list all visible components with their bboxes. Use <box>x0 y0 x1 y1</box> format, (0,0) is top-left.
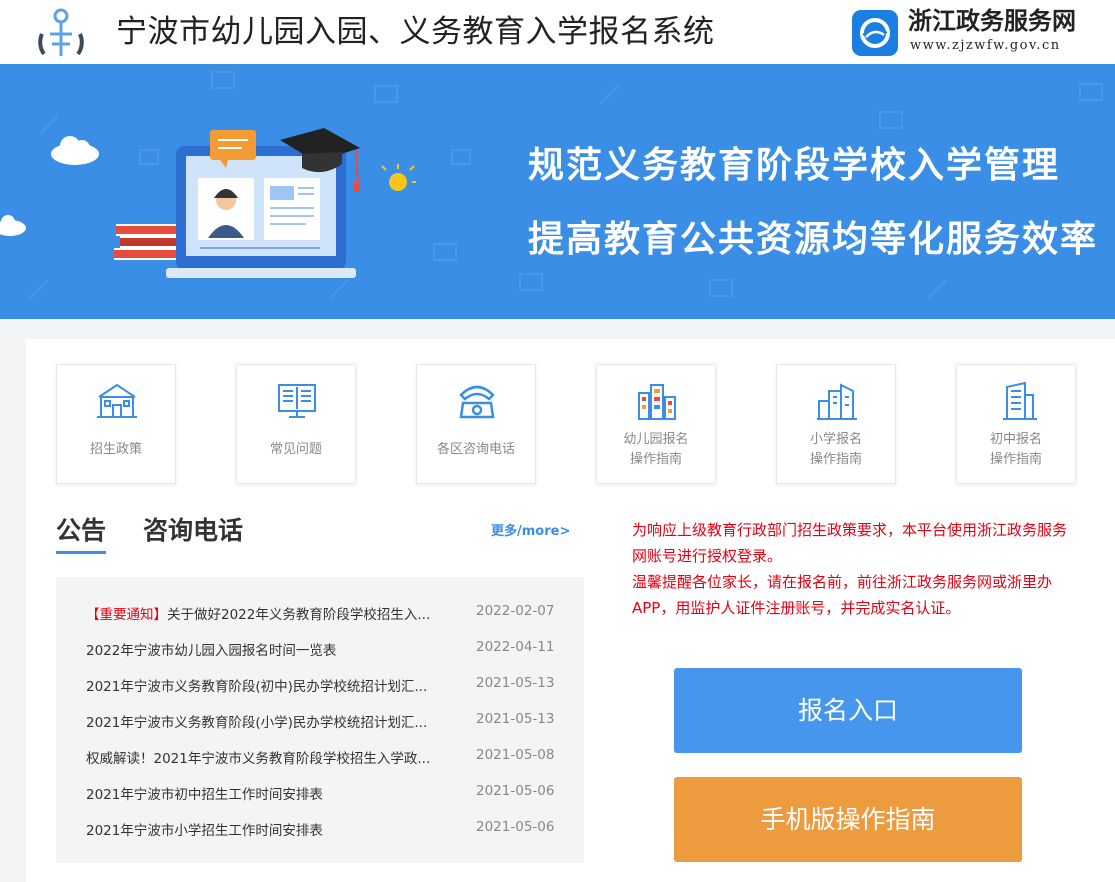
tile-label-line1: 小学报名 <box>809 432 862 447</box>
news-title: 2021年宁波市初中招生工作时间安排表 <box>86 787 323 803</box>
news-date: 2021-05-13 <box>476 675 555 691</box>
tab-hotline[interactable]: 咨询电话 <box>143 511 243 547</box>
header: 宁波市幼儿园入园、义务教育入学报名系统 浙江政务服务网 www.zjzwfw.g… <box>0 0 1115 64</box>
tab-announcement[interactable]: 公告 <box>56 511 107 554</box>
news-date: 2021-05-13 <box>476 711 555 727</box>
notice-line-1: 为响应上级教育行政部门招生政策要求，本平台使用浙江政务服务网账号进行授权登录。 <box>632 521 1068 565</box>
news-date: 2022-02-07 <box>476 603 555 619</box>
notice-line-2: 温馨提醒各位家长，请在报名前，前往浙江政务服务网或浙里办APP，用监护人证件注册… <box>632 573 1053 617</box>
tile-middle-school-guide[interactable]: 初中报名 操作指南 <box>956 364 1076 484</box>
tile-label-line2: 操作指南 <box>629 452 682 467</box>
login-notice: 为响应上级教育行政部门招生政策要求，本平台使用浙江政务服务网账号进行授权登录。 … <box>632 517 1072 621</box>
city-buildings-icon <box>817 383 857 420</box>
news-title: 2022年宁波市幼儿园入园报名时间一览表 <box>86 643 337 659</box>
tile-label: 幼儿园报名 操作指南 <box>597 430 715 470</box>
news-list: 【重要通知】关于做好2022年义务教育阶段学校招生入... 2022-02-07… <box>56 577 584 863</box>
news-tag: 【重要通知】 <box>86 607 167 623</box>
list-item[interactable]: 【重要通知】关于做好2022年义务教育阶段学校招生入... 2022-02-07 <box>86 603 556 639</box>
main-panel: 招生政策 常见问题 各区咨询电话 幼儿园报名 操作指南 小学报名 操作指南 初中… <box>26 339 1115 882</box>
register-entry-button[interactable]: 报名入口 <box>674 668 1022 753</box>
news-date: 2021-05-08 <box>476 747 555 763</box>
telephone-icon <box>459 385 495 419</box>
mobile-guide-button[interactable]: 手机版操作指南 <box>674 777 1022 862</box>
banner-slogan-2: 提高教育公共资源均等化服务效率 <box>528 218 1099 260</box>
list-item[interactable]: 2021年宁波市义务教育阶段(初中)民办学校统招计划汇... 2021-05-1… <box>86 675 556 711</box>
more-link[interactable]: 更多/more> <box>491 520 570 539</box>
news-title: 【重要通知】关于做好2022年义务教育阶段学校招生入... <box>86 603 446 623</box>
news-date: 2021-05-06 <box>476 783 555 799</box>
tile-label-line1: 幼儿园报名 <box>623 432 689 447</box>
news-title: 2021年宁波市义务教育阶段(初中)民办学校统招计划汇... <box>86 679 428 695</box>
online-education-illustration <box>114 128 416 278</box>
partner-name[interactable]: 浙江政务服务网 <box>908 6 1076 36</box>
list-item[interactable]: 2021年宁波市小学招生工作时间安排表 2021-05-06 <box>86 819 556 855</box>
list-item[interactable]: 2021年宁波市义务教育阶段(小学)民办学校统招计划汇... 2021-05-1… <box>86 711 556 747</box>
partner-url[interactable]: www.zjzwfw.gov.cn <box>910 38 1061 53</box>
list-item[interactable]: 2022年宁波市幼儿园入园报名时间一览表 2022-04-11 <box>86 639 556 675</box>
cloud-icon <box>0 215 26 236</box>
school-building-icon <box>97 383 137 418</box>
site-logo-icon <box>38 8 84 56</box>
news-title: 权威解读！2021年宁波市义务教育阶段学校招生入学政... <box>86 751 431 767</box>
tile-enrollment-policy[interactable]: 招生政策 <box>56 364 176 484</box>
tall-building-icon <box>1003 381 1037 420</box>
news-date: 2021-05-06 <box>476 819 555 835</box>
tile-kindergarten-guide[interactable]: 幼儿园报名 操作指南 <box>596 364 716 484</box>
tile-label: 招生政策 <box>89 442 142 457</box>
cloud-icon <box>51 136 99 165</box>
colorful-buildings-icon <box>638 384 676 420</box>
tile-label: 初中报名 操作指南 <box>957 430 1075 470</box>
tile-label-line1: 初中报名 <box>989 432 1042 447</box>
tile-faq[interactable]: 常见问题 <box>236 364 356 484</box>
tile-label: 常见问题 <box>269 442 322 457</box>
news-date: 2022-04-11 <box>476 639 555 655</box>
banner-slogan-1: 规范义务教育阶段学校入学管理 <box>528 144 1061 186</box>
tile-label: 小学报名 操作指南 <box>777 430 895 470</box>
tile-label-line2: 操作指南 <box>989 452 1042 467</box>
list-item[interactable]: 权威解读！2021年宁波市义务教育阶段学校招生入学政... 2021-05-08 <box>86 747 556 783</box>
tile-label: 各区咨询电话 <box>436 442 515 457</box>
page-title: 宁波市幼儿园入园、义务教育入学报名系统 <box>116 14 715 50</box>
tile-district-hotlines[interactable]: 各区咨询电话 <box>416 364 536 484</box>
tile-label-line2: 操作指南 <box>809 452 862 467</box>
zjzwfw-logo-icon[interactable] <box>852 10 898 56</box>
open-book-monitor-icon <box>278 384 316 418</box>
news-title-text: 关于做好2022年义务教育阶段学校招生入... <box>167 607 431 623</box>
news-title: 2021年宁波市义务教育阶段(小学)民办学校统招计划汇... <box>86 715 428 731</box>
list-item[interactable]: 2021年宁波市初中招生工作时间安排表 2021-05-06 <box>86 783 556 819</box>
news-title: 2021年宁波市小学招生工作时间安排表 <box>86 823 323 839</box>
tile-primary-school-guide[interactable]: 小学报名 操作指南 <box>776 364 896 484</box>
hero-banner: 规范义务教育阶段学校入学管理 提高教育公共资源均等化服务效率 <box>0 64 1115 319</box>
